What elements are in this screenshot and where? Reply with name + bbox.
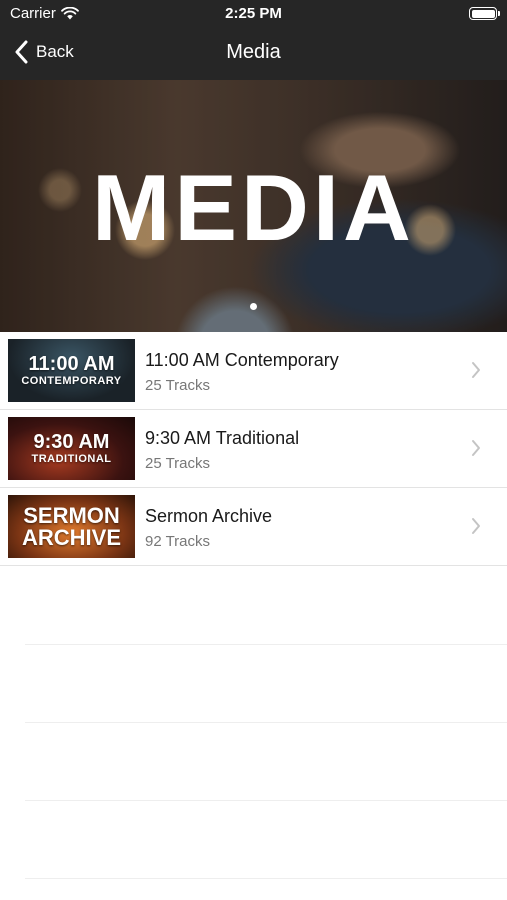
hero-title: MEDIA <box>92 155 415 260</box>
status-time: 2:25 PM <box>225 5 282 22</box>
list-item-sermon-archive[interactable]: SERMON ARCHIVE Sermon Archive 92 Tracks <box>0 488 507 566</box>
chevron-right-icon <box>472 518 480 534</box>
hero-banner[interactable]: MEDIA <box>0 80 507 332</box>
chevron-right-icon <box>472 362 480 378</box>
item-track-count: 25 Tracks <box>145 455 211 472</box>
chevron-right-icon <box>472 440 480 456</box>
page-title: Media <box>226 41 281 63</box>
empty-row-separator <box>25 878 507 879</box>
page-dot[interactable] <box>250 303 257 310</box>
item-track-count: 92 Tracks <box>145 533 211 550</box>
thumbnail-line-2: TRADITIONAL <box>31 453 112 465</box>
navigation-bar: Back Media <box>0 28 507 80</box>
thumbnail-line-1: 9:30 AM <box>33 431 110 453</box>
item-title: 11:00 AM Contemporary <box>145 350 339 370</box>
sermon-archive-thumbnail: SERMON ARCHIVE <box>8 495 135 558</box>
thumbnail-line-1: SERMON <box>23 502 120 528</box>
page-indicator[interactable] <box>0 297 507 315</box>
item-title: 9:30 AM Traditional <box>145 428 300 448</box>
thumbnail-line-1: 11:00 AM <box>28 353 115 375</box>
list-item-contemporary[interactable]: 11:00 AM CONTEMPORARY 11:00 AM Contempor… <box>0 332 507 410</box>
list-item-traditional[interactable]: 9:30 AM TRADITIONAL 9:30 AM Traditional … <box>0 410 507 488</box>
thumbnail-line-2: ARCHIVE <box>21 524 121 550</box>
thumbnail-line-2: CONTEMPORARY <box>21 375 122 387</box>
empty-row-separator <box>25 800 507 801</box>
battery-icon <box>469 7 500 20</box>
media-list: 11:00 AM CONTEMPORARY 11:00 AM Contempor… <box>0 332 507 566</box>
empty-row-separator <box>25 644 507 645</box>
item-track-count: 25 Tracks <box>145 377 211 394</box>
empty-row-separator <box>25 722 507 723</box>
traditional-thumbnail: 9:30 AM TRADITIONAL <box>8 417 135 480</box>
item-title: Sermon Archive <box>145 506 273 526</box>
status-bar: Carrier 2:25 PM <box>0 0 507 28</box>
contemporary-thumbnail: 11:00 AM CONTEMPORARY <box>8 339 135 402</box>
